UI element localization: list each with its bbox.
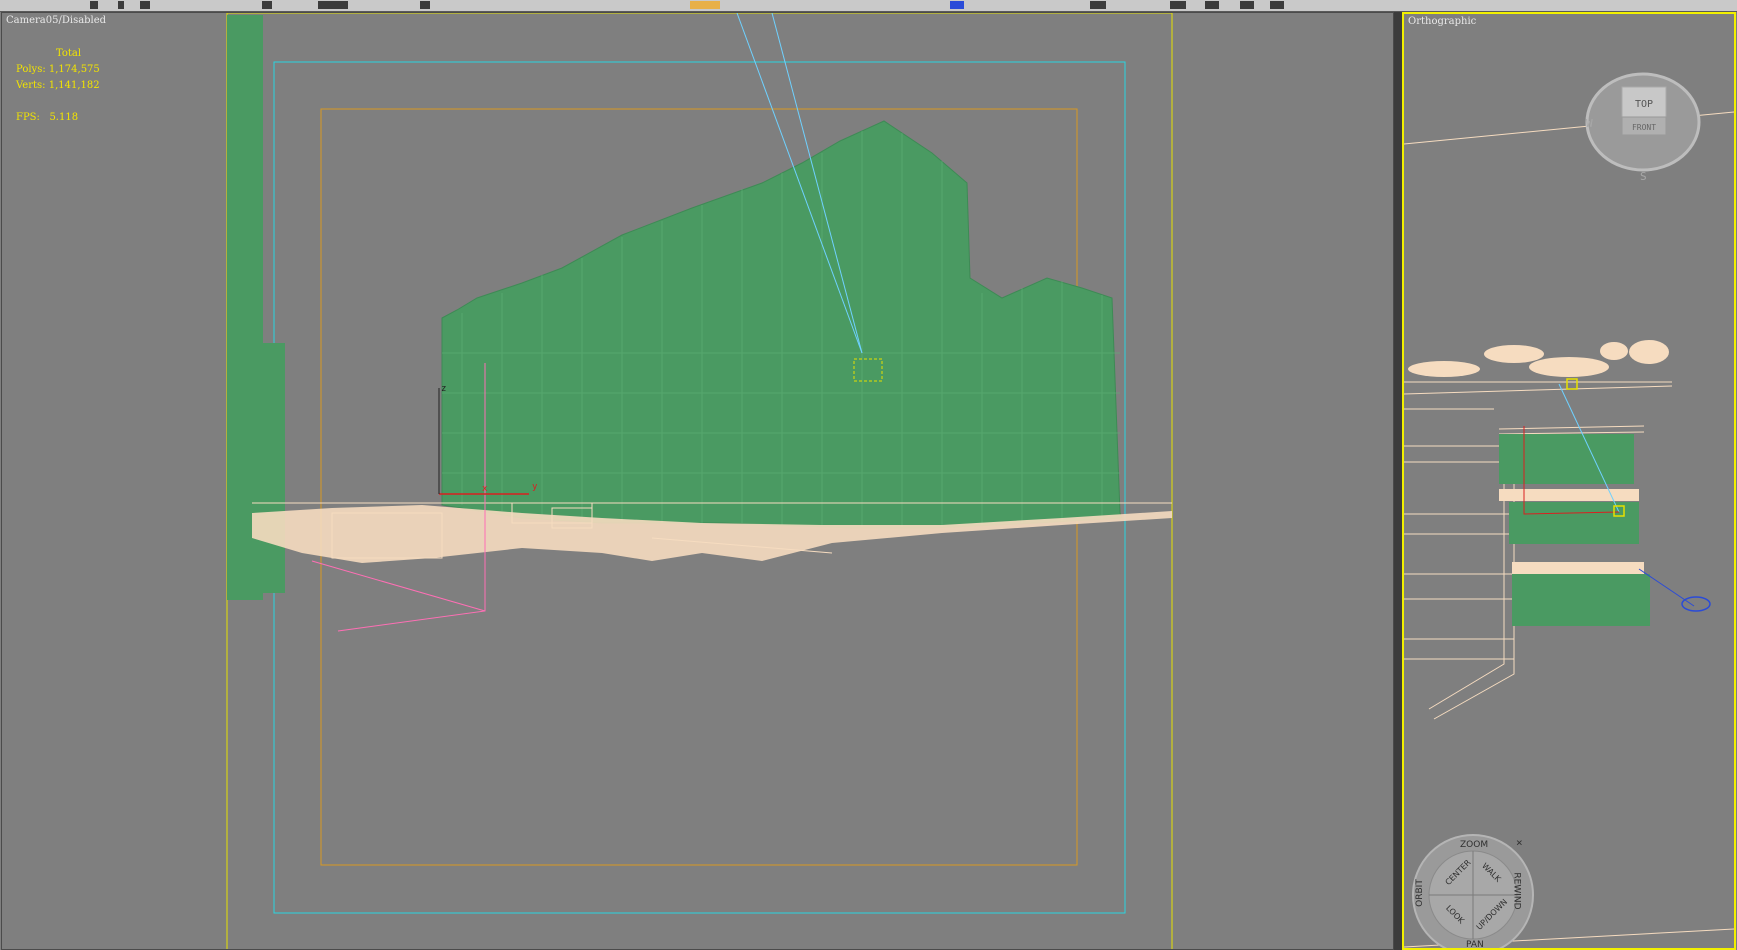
camera-object (1681, 596, 1711, 612)
nav-wheel-close-icon[interactable]: × (1516, 836, 1523, 849)
zoom-wedge[interactable]: ZOOM (1460, 840, 1488, 850)
stats-header: Total (56, 48, 82, 59)
ortho-viewport-label[interactable]: Orthographic (1408, 16, 1476, 27)
stats-polys: Polys: 1,174,575 (16, 64, 100, 75)
angle-snap-icon[interactable] (690, 1, 720, 9)
building-block-2 (1509, 502, 1639, 544)
site-shapes (1408, 340, 1669, 377)
main-toolbar (0, 0, 1737, 12)
building-block-1 (1499, 434, 1634, 484)
viewport-divider[interactable] (1394, 12, 1402, 950)
rewind-wedge[interactable]: REWIND (1512, 872, 1522, 909)
move-icon[interactable] (118, 1, 124, 9)
mirror-icon[interactable] (420, 1, 430, 9)
scale-icon[interactable] (262, 1, 272, 9)
stats-fps: FPS: 5.118 (16, 112, 79, 123)
orthographic-viewport[interactable]: TOP FRONT W S Orthographic ZOOM PAN ORBI… (1402, 12, 1736, 950)
orthographic-scene: TOP FRONT W S (1404, 72, 1734, 948)
rotate-icon[interactable] (140, 1, 150, 9)
viewcube-top-face: TOP (1635, 99, 1653, 110)
viewcube-front-face: FRONT (1632, 123, 1656, 132)
viewcube: TOP FRONT W S (1585, 72, 1701, 183)
navigation-wheel[interactable]: ZOOM PAN ORBIT REWIND CENTER WALK LOOK U… (1412, 834, 1534, 948)
pan-wedge[interactable]: PAN (1466, 940, 1484, 948)
camera-viewport[interactable]: y x z Camera05/Disabled Total Polys: 1,1… (1, 12, 1394, 950)
target-marker-1 (1566, 378, 1578, 390)
statistics-overlay: Total Polys: 1,174,575 Verts: 1,141,182 … (16, 46, 100, 126)
render-setup-icon[interactable] (1240, 1, 1254, 9)
select-icon[interactable] (90, 1, 98, 9)
viewport-label[interactable]: Camera05/Disabled (6, 15, 106, 26)
schematic-icon[interactable] (1170, 1, 1186, 9)
gizmo-x-label: x (482, 484, 488, 494)
material-editor-icon[interactable] (1205, 1, 1219, 9)
layer-icon[interactable] (1090, 1, 1106, 9)
compass-w: W (1586, 117, 1593, 130)
gizmo-z-label: z (441, 384, 446, 394)
stats-verts: Verts: 1,141,182 (16, 80, 100, 91)
render-icon[interactable] (1270, 1, 1284, 9)
orbit-wedge[interactable]: ORBIT (1415, 879, 1425, 907)
camera-scene: y x z (226, 13, 1173, 949)
align-icon[interactable] (950, 1, 964, 9)
snap-icon[interactable] (318, 1, 348, 9)
building-block-3 (1512, 574, 1650, 626)
compass-s: S (1640, 170, 1647, 183)
gizmo-y-label: y (532, 482, 538, 492)
